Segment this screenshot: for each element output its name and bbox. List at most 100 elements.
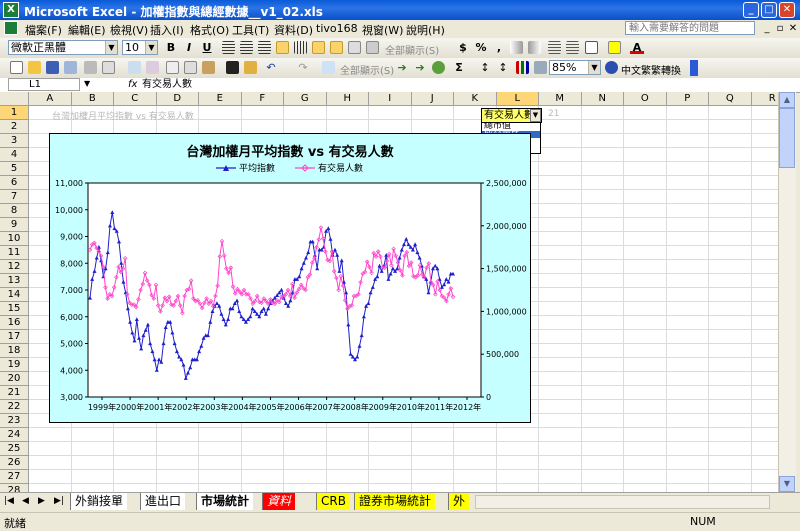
row-header-17[interactable]: 17 (0, 330, 29, 344)
scroll-up-icon[interactable]: ▲ (779, 92, 795, 108)
chinese-convert-button[interactable]: 中文繁繁轉換 (621, 62, 681, 77)
last-sheet-icon[interactable]: ▶| (54, 496, 64, 506)
show-all-button[interactable]: 全部顯示(S) (385, 42, 439, 57)
row-header-15[interactable]: 15 (0, 302, 29, 316)
column-header-o[interactable]: O (624, 92, 667, 106)
horizontal-scrollbar[interactable] (475, 495, 770, 509)
select-all-corner[interactable] (0, 92, 29, 106)
bold-button[interactable]: B (164, 41, 178, 55)
menu-format[interactable]: 格式(O) (190, 22, 229, 38)
row-header-12[interactable]: 12 (0, 260, 29, 274)
decrease-decimal-icon[interactable] (528, 41, 541, 54)
column-header-m[interactable]: M (539, 92, 582, 106)
column-header-e[interactable]: E (199, 92, 242, 106)
column-header-p[interactable]: P (666, 92, 709, 106)
row-header-9[interactable]: 9 (0, 218, 29, 232)
spelling-icon[interactable] (128, 61, 141, 74)
row-header-16[interactable]: 16 (0, 316, 29, 330)
workbook-icon[interactable] (4, 21, 18, 35)
row-header-20[interactable]: 20 (0, 372, 29, 386)
new-icon[interactable] (10, 61, 23, 74)
font-color-icon[interactable]: A (630, 41, 644, 54)
first-sheet-icon[interactable]: |◀ (4, 496, 14, 506)
column-header-g[interactable]: G (284, 92, 327, 106)
increase-decimal-icon[interactable] (510, 41, 523, 54)
doc-minimize-icon[interactable]: _ (760, 22, 774, 35)
column-header-c[interactable]: C (114, 92, 157, 106)
cut-icon[interactable] (166, 61, 179, 74)
align-center-icon[interactable] (240, 41, 253, 54)
tab-market-stats[interactable]: 市場統計 (196, 493, 254, 510)
menu-tools[interactable]: 工具(T) (232, 22, 269, 38)
menu-edit[interactable]: 編輯(E) (68, 22, 106, 38)
redo-icon[interactable]: ↷ (296, 61, 310, 75)
show-all-button-2[interactable]: 全部顯示(S) (340, 62, 394, 77)
paste-icon[interactable] (202, 61, 215, 74)
brush-icon[interactable] (244, 61, 257, 74)
zoom-select[interactable]: 85% ▼ (549, 60, 601, 75)
row-header-10[interactable]: 10 (0, 232, 29, 246)
tab-export-orders[interactable]: 外銷接單 (70, 493, 128, 510)
row-header-13[interactable]: 13 (0, 274, 29, 288)
increase-indent-icon[interactable] (566, 41, 579, 54)
dropdown-arrow-icon[interactable]: ▼ (530, 109, 541, 122)
undo-icon[interactable]: ↶ (264, 61, 278, 75)
maximize-button[interactable]: □ (761, 2, 777, 18)
column-header-a[interactable]: A (29, 92, 72, 106)
globe-icon[interactable] (432, 61, 445, 74)
row-header-23[interactable]: 23 (0, 414, 29, 428)
autosum-icon[interactable]: Σ (452, 61, 466, 75)
row-header-8[interactable]: 8 (0, 204, 29, 218)
row-header-26[interactable]: 26 (0, 456, 29, 470)
row-header-22[interactable]: 22 (0, 400, 29, 414)
row-header-5[interactable]: 5 (0, 162, 29, 176)
column-header-j[interactable]: J (411, 92, 454, 106)
name-box-dropdown-icon[interactable]: ▼ (84, 79, 90, 88)
print-preview-icon[interactable] (102, 61, 115, 74)
line-chart[interactable]: 台灣加權月平均指數 vs 有交易人數 平均指數 有交易人數 3,000 4,000 5,0… (49, 133, 531, 423)
row-header-19[interactable]: 19 (0, 358, 29, 372)
row-header-28[interactable]: 28 (0, 484, 29, 492)
row-header-3[interactable]: 3 (0, 134, 29, 148)
cell-style-icon[interactable] (366, 41, 379, 54)
row-header-1[interactable]: 1 (0, 106, 29, 120)
formula-input[interactable]: 有交易人數 (142, 78, 192, 91)
menu-insert[interactable]: 插入(I) (150, 22, 184, 38)
italic-button[interactable]: I (182, 41, 196, 55)
print-icon[interactable] (84, 61, 97, 74)
next-sheet-icon[interactable]: ▶ (38, 496, 45, 506)
drawing-icon[interactable] (534, 61, 547, 74)
column-header-f[interactable]: F (241, 92, 284, 106)
borders-icon[interactable] (585, 41, 598, 54)
toolbar-options-icon[interactable] (690, 60, 698, 76)
row-header-11[interactable]: 11 (0, 246, 29, 260)
justify-icon[interactable] (276, 41, 289, 54)
cell-b1[interactable]: 台灣加權月平均指數 vs 有交易人數 (52, 109, 194, 122)
menu-view[interactable]: 檢視(V) (110, 22, 148, 38)
distributed-icon[interactable] (294, 41, 307, 54)
scroll-thumb[interactable] (779, 108, 795, 168)
name-box[interactable]: L1 (8, 78, 80, 91)
row-header-18[interactable]: 18 (0, 344, 29, 358)
minimize-button[interactable]: _ (743, 2, 759, 18)
hyperlink-icon[interactable] (322, 61, 335, 74)
row-header-27[interactable]: 27 (0, 470, 29, 484)
save-icon[interactable] (46, 61, 59, 74)
percent-button[interactable]: % (474, 41, 488, 55)
tab-data[interactable]: 資料 (262, 493, 296, 510)
tab-securities-stats[interactable]: 證券市場統計 (354, 493, 436, 510)
arrow-right-green-icon[interactable]: ➔ (413, 61, 427, 75)
row-header-24[interactable]: 24 (0, 428, 29, 442)
format-painter-icon[interactable] (226, 61, 239, 74)
column-header-i[interactable]: I (369, 92, 412, 106)
row-header-21[interactable]: 21 (0, 386, 29, 400)
row-header-25[interactable]: 25 (0, 442, 29, 456)
row-header-14[interactable]: 14 (0, 288, 29, 302)
menu-tivo168[interactable]: tivo168 (316, 22, 358, 35)
align-right-icon[interactable] (258, 41, 271, 54)
dropdown-option[interactable]: 總市值 (482, 123, 540, 131)
help-search-input[interactable]: 輸入需要解答的問題 (625, 21, 755, 35)
sort-desc-icon[interactable]: ↕ (496, 61, 510, 75)
doc-close-icon[interactable]: ✕ (786, 22, 800, 35)
column-header-r[interactable]: R (751, 92, 778, 106)
